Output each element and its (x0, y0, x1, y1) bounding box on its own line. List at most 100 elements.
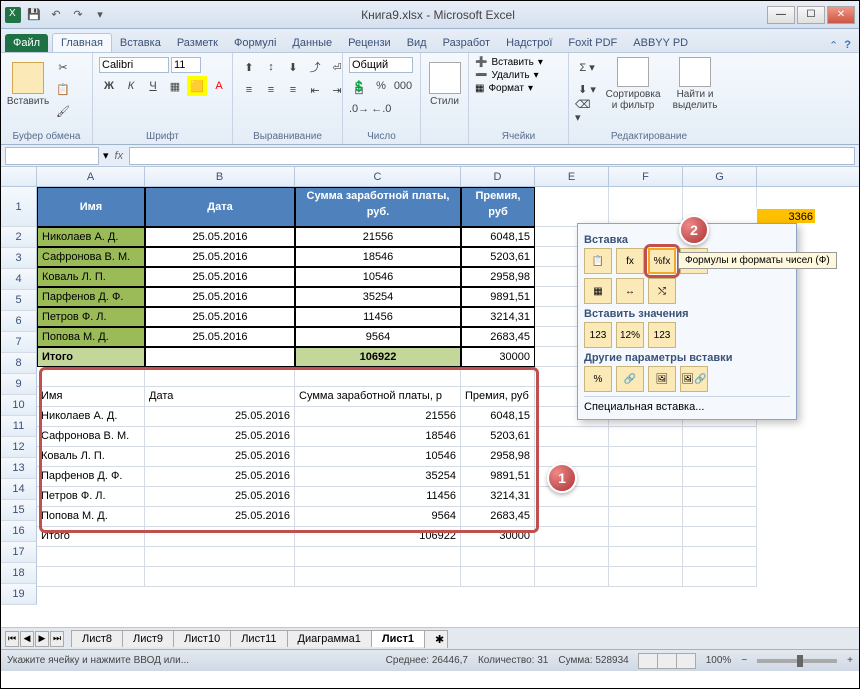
cell[interactable]: Дата (145, 387, 295, 407)
cell[interactable]: 25.05.2016 (145, 287, 295, 307)
cell[interactable]: 25.05.2016 (145, 467, 295, 487)
cell[interactable]: 21556 (295, 227, 461, 247)
cell[interactable]: Николаев А. Д. (37, 227, 145, 247)
cell[interactable] (535, 487, 609, 507)
cell[interactable]: 25.05.2016 (145, 487, 295, 507)
cell[interactable]: 18546 (295, 247, 461, 267)
cell[interactable]: 6048,15 (461, 227, 535, 247)
tab-view[interactable]: Вид (399, 34, 435, 52)
sheet-tab[interactable]: Диаграмма1 (287, 630, 372, 647)
row-header[interactable]: 18 (1, 563, 37, 584)
cell[interactable]: 35254 (295, 467, 461, 487)
row-header[interactable]: 19 (1, 584, 37, 605)
clear-button[interactable]: ⌫ ▾ (575, 101, 599, 121)
underline-button[interactable]: Ч (143, 76, 163, 96)
tab-home[interactable]: Главная (52, 33, 112, 52)
fx-icon[interactable]: fx (109, 150, 130, 162)
cell[interactable] (609, 507, 683, 527)
view-layout-button[interactable] (657, 653, 677, 669)
align-left-button[interactable]: ≡ (239, 80, 259, 100)
cell[interactable]: 106922 (295, 347, 461, 367)
paste-formatting-icon[interactable]: % (584, 366, 612, 392)
new-sheet-button[interactable]: ✱ (424, 630, 448, 648)
cell[interactable]: 25.05.2016 (145, 307, 295, 327)
cell[interactable] (295, 367, 461, 387)
sheet-tab-active[interactable]: Лист1 (371, 630, 425, 647)
cell[interactable] (683, 467, 757, 487)
cell[interactable]: 6048,15 (461, 407, 535, 427)
cell[interactable] (609, 487, 683, 507)
inc-decimal-button[interactable]: .0→ (349, 99, 369, 119)
paste-link-icon[interactable]: 🔗 (616, 366, 644, 392)
row-header[interactable]: 2 (1, 227, 37, 248)
paste-values-numfmt-icon[interactable]: 12% (616, 322, 644, 348)
formula-input[interactable] (129, 147, 855, 165)
tab-developer[interactable]: Разработ (435, 34, 498, 52)
cell[interactable] (145, 347, 295, 367)
cell[interactable] (145, 367, 295, 387)
cell[interactable] (683, 427, 757, 447)
cell[interactable]: 25.05.2016 (145, 427, 295, 447)
sheet-next-button[interactable]: ▶ (35, 631, 49, 647)
cells-delete-button[interactable]: ➖Удалить ▾ (475, 70, 539, 81)
cell[interactable] (37, 367, 145, 387)
cell[interactable]: Сафронова В. М. (37, 427, 145, 447)
cell[interactable]: Парфенов Д. Ф. (37, 287, 145, 307)
align-mid-button[interactable]: ↕ (261, 57, 281, 77)
col-header[interactable]: D (461, 167, 535, 186)
align-bot-button[interactable]: ⬇ (283, 57, 303, 77)
cell[interactable] (535, 547, 609, 567)
cell[interactable] (145, 547, 295, 567)
cell[interactable]: 3214,31 (461, 487, 535, 507)
zoom-in-button[interactable]: + (847, 655, 853, 666)
cell[interactable] (145, 527, 295, 547)
row-header[interactable]: 8 (1, 353, 37, 374)
cell[interactable] (609, 447, 683, 467)
orientation-button[interactable]: ⤴ (305, 57, 325, 77)
cell[interactable]: 9564 (295, 507, 461, 527)
paste-button[interactable]: Вставить (7, 57, 49, 111)
cell[interactable]: 35254 (295, 287, 461, 307)
find-select-button[interactable]: Найти и выделить (667, 57, 723, 111)
row-header[interactable]: 7 (1, 332, 37, 353)
maximize-button[interactable]: ☐ (797, 6, 825, 24)
cell[interactable]: 25.05.2016 (145, 327, 295, 347)
cell[interactable] (683, 507, 757, 527)
cell[interactable]: 5203,61 (461, 427, 535, 447)
col-header[interactable]: C (295, 167, 461, 186)
cell[interactable] (609, 527, 683, 547)
row-header[interactable]: 13 (1, 458, 37, 479)
cell[interactable]: Коваль Л. П. (37, 447, 145, 467)
cell[interactable] (535, 567, 609, 587)
row-header[interactable]: 1 (1, 187, 37, 227)
paste-values-srcfmt-icon[interactable]: 123 (648, 322, 676, 348)
paste-transpose-icon[interactable]: ⤭ (648, 278, 676, 304)
cell[interactable]: 9564 (295, 327, 461, 347)
row-header[interactable]: 4 (1, 269, 37, 290)
font-size-select[interactable] (171, 57, 201, 73)
dec-decimal-button[interactable]: ←.0 (371, 99, 391, 119)
cell[interactable]: 18546 (295, 427, 461, 447)
percent-button[interactable]: % (371, 76, 391, 96)
cell[interactable]: 2958,98 (461, 267, 535, 287)
cell[interactable]: Попова М. Д. (37, 507, 145, 527)
tab-addins[interactable]: Надстрої (498, 34, 560, 52)
sheet-last-button[interactable]: ⏭ (50, 631, 64, 647)
cell[interactable]: Премия, руб (461, 387, 535, 407)
cell[interactable]: 25.05.2016 (145, 227, 295, 247)
tab-insert[interactable]: Вставка (112, 34, 169, 52)
col-header[interactable]: E (535, 167, 609, 186)
cell[interactable]: 3214,31 (461, 307, 535, 327)
name-box[interactable] (5, 147, 99, 165)
cell[interactable]: Имя (37, 387, 145, 407)
cell[interactable] (535, 427, 609, 447)
row-header[interactable]: 10 (1, 395, 37, 416)
sheet-prev-button[interactable]: ◀ (20, 631, 34, 647)
paste-values-icon[interactable]: 123 (584, 322, 612, 348)
paste-noborders-icon[interactable]: ▦ (584, 278, 612, 304)
cell[interactable]: 2683,45 (461, 327, 535, 347)
currency-button[interactable]: 💲 (349, 76, 369, 96)
cell[interactable]: 25.05.2016 (145, 267, 295, 287)
copy-button[interactable]: 📋 (53, 79, 73, 99)
cell[interactable]: Сумма заработной платы, руб. (295, 187, 461, 227)
